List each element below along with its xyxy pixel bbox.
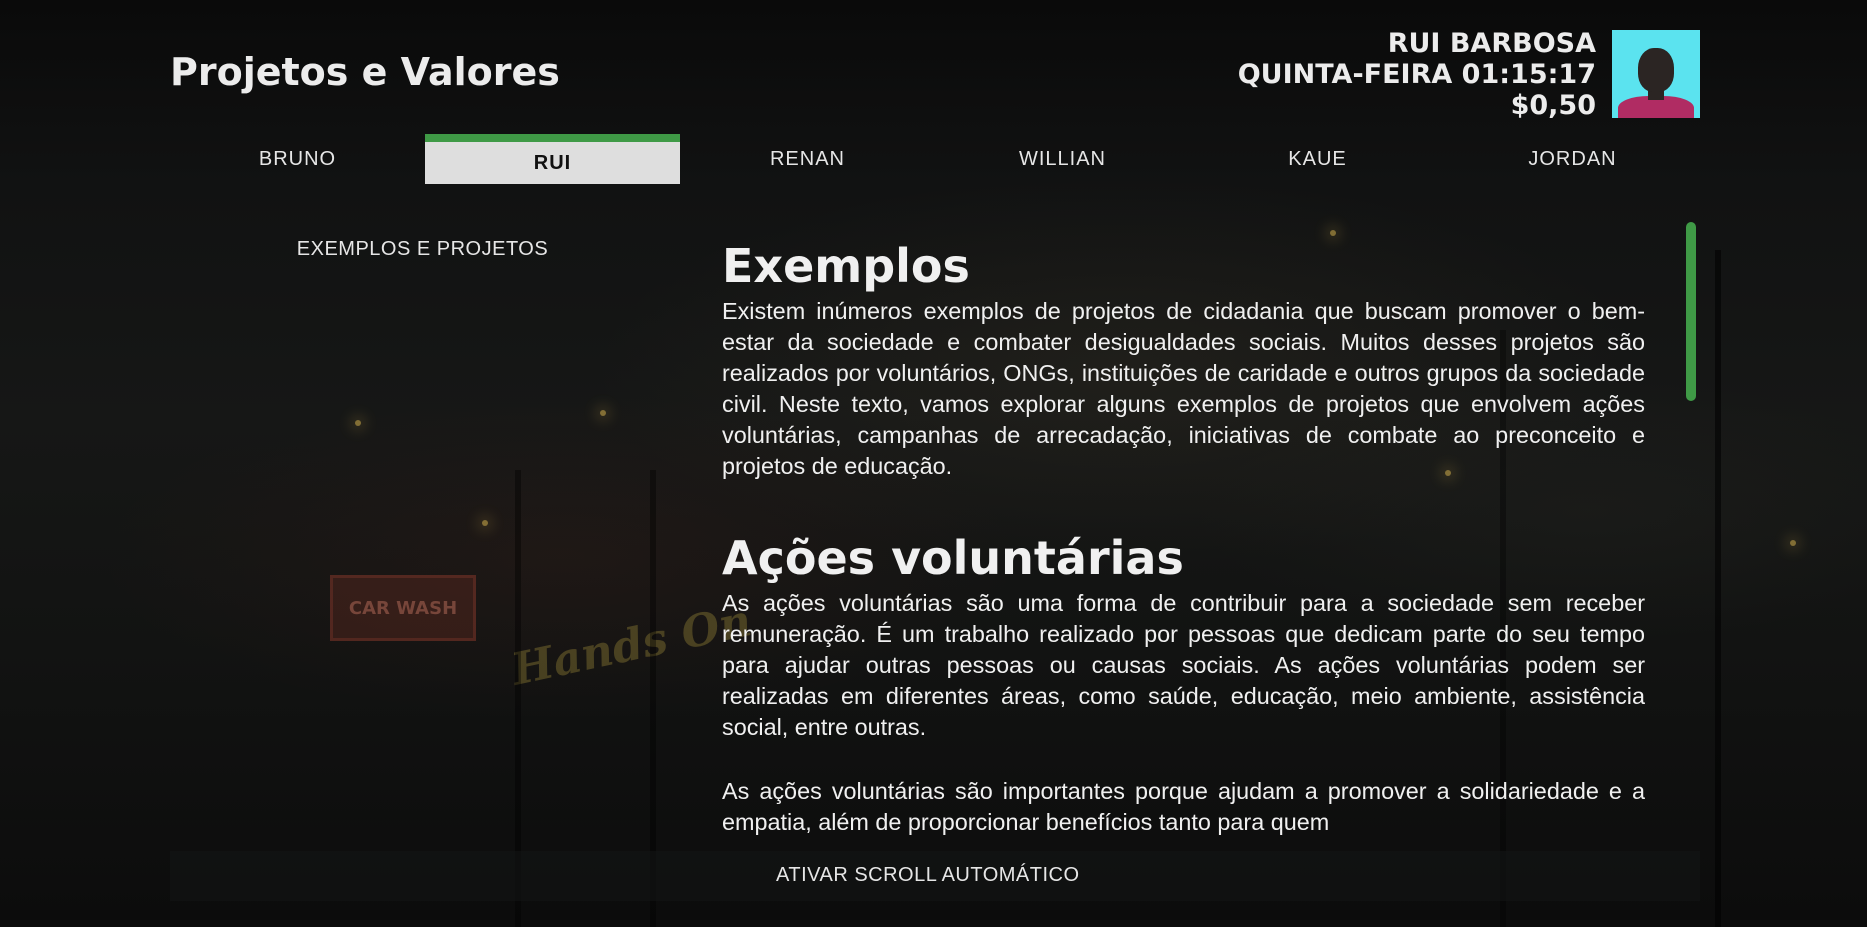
tab-rui[interactable]: RUI <box>425 134 680 184</box>
section-paragraph: As ações voluntárias são importantes por… <box>722 778 1645 835</box>
scrollbar[interactable] <box>1686 222 1696 862</box>
section-acoes-voluntarias: Ações voluntárias As ações voluntárias s… <box>722 528 1645 838</box>
sidebar-item-examples-projects[interactable]: EXEMPLOS E PROJETOS <box>170 238 675 261</box>
section-paragraph: Existem inúmeros exemplos de projetos de… <box>722 298 1645 479</box>
content-scroll-area[interactable]: Exemplos Existem inúmeros exemplos de pr… <box>722 236 1645 846</box>
hands-on-sign: Hands On <box>507 595 756 696</box>
tab-willian[interactable]: WILLIAN <box>935 134 1190 184</box>
tab-kaue[interactable]: KAUE <box>1190 134 1445 184</box>
section-paragraph: As ações voluntárias são uma forma de co… <box>722 590 1645 740</box>
profile-info: RUI BARBOSA QUINTA-FEIRA 01:15:17 $0,50 <box>1238 28 1596 121</box>
scrollbar-thumb[interactable] <box>1686 222 1696 401</box>
tab-jordan[interactable]: JORDAN <box>1445 134 1700 184</box>
section-exemplos: Exemplos Existem inúmeros exemplos de pr… <box>722 236 1645 482</box>
section-heading: Ações voluntárias <box>722 531 1184 585</box>
tab-renan[interactable]: RENAN <box>680 134 935 184</box>
page-title: Projetos e Valores <box>170 50 560 94</box>
tab-bar: BRUNO RUI RENAN WILLIAN KAUE JORDAN <box>170 134 1700 184</box>
tab-bruno[interactable]: BRUNO <box>170 134 425 184</box>
car-wash-sign: CAR WASH <box>330 575 476 641</box>
balance-display: $0,50 <box>1510 90 1596 121</box>
avatar <box>1612 30 1700 118</box>
datetime-display: QUINTA-FEIRA 01:15:17 <box>1237 59 1596 90</box>
section-heading: Exemplos <box>722 239 970 293</box>
auto-scroll-button[interactable]: ATIVAR SCROLL AUTOMÁTICO <box>776 864 1080 887</box>
player-name: RUI BARBOSA <box>1387 28 1596 59</box>
